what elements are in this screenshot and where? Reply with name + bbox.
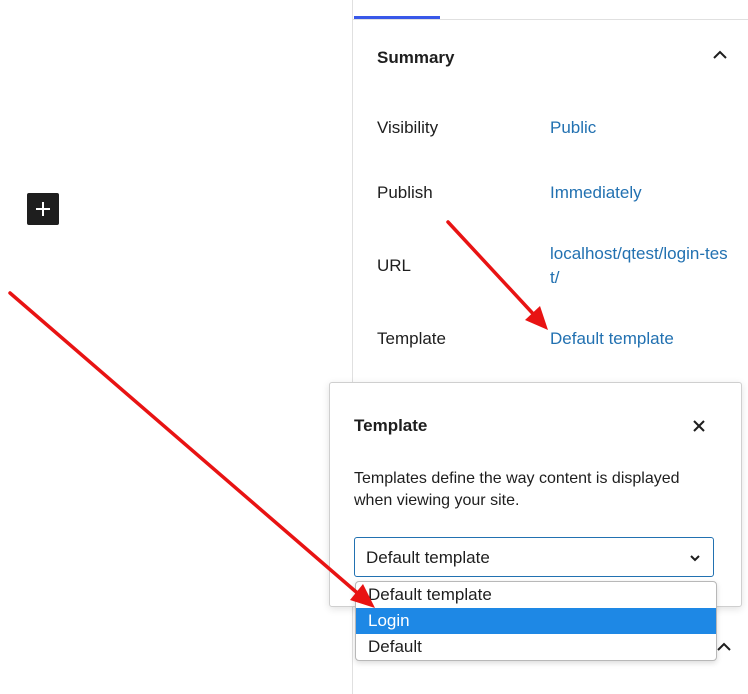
tab-divider [353, 19, 748, 20]
publish-label: Publish [377, 183, 433, 202]
summary-panel-title[interactable]: Summary [377, 48, 454, 68]
visibility-label: Visibility [377, 118, 439, 137]
close-icon [693, 420, 705, 432]
plus-icon [36, 202, 50, 216]
option-default-template[interactable]: Default template [356, 582, 716, 608]
publish-link[interactable]: Immediately [550, 183, 642, 203]
visibility-link[interactable]: Public [550, 118, 596, 138]
template-label: Template [377, 329, 446, 348]
url-link[interactable]: localhost/qtest/login-test/ [550, 242, 730, 290]
editor-canvas [0, 0, 352, 694]
select-value: Default template [366, 548, 490, 567]
option-login[interactable]: Login [356, 608, 716, 634]
popover-help-text: Templates define the way content is disp… [354, 470, 680, 509]
option-default[interactable]: Default [356, 634, 716, 660]
close-button[interactable] [686, 413, 712, 439]
chevron-up-icon[interactable] [709, 44, 731, 66]
template-select[interactable]: Default template [354, 537, 714, 577]
template-link[interactable]: Default template [550, 329, 674, 349]
chevron-down-icon [690, 555, 700, 562]
template-popover: Template Templates define the way conten… [329, 382, 742, 607]
popover-title: Template [354, 416, 428, 435]
add-block-button[interactable] [27, 193, 59, 225]
url-label: URL [377, 256, 412, 275]
template-dropdown-list: Default template Login Default [355, 581, 717, 661]
